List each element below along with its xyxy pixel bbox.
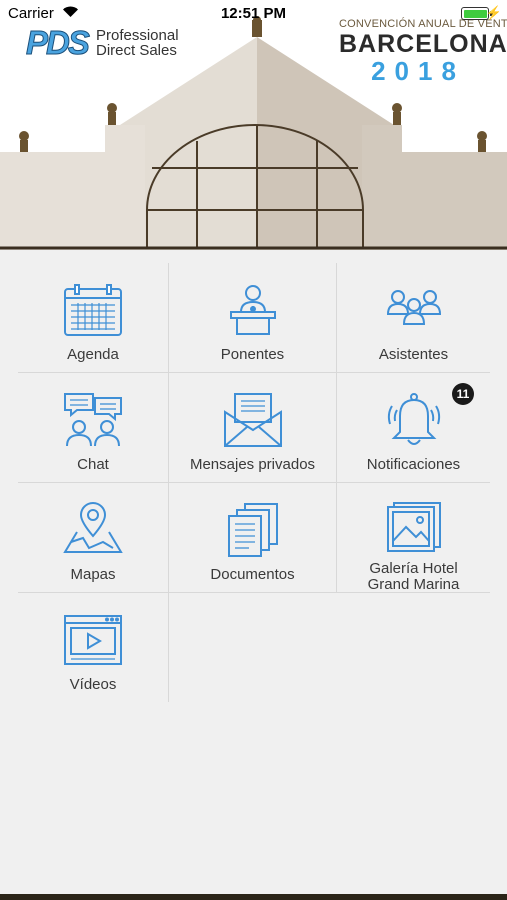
menu-item-label-line2: Grand Marina [367, 576, 460, 593]
status-time: 12:51 PM [220, 5, 287, 22]
menu-item-notificaciones[interactable]: 11 Notificaciones [337, 373, 490, 482]
menu-item-label: Vídeos [69, 676, 117, 693]
gallery-icon [383, 501, 445, 553]
menu-item-videos[interactable]: Vídeos [18, 593, 169, 702]
menu-item-ponentes[interactable]: Ponentes [169, 263, 337, 372]
logo-text: Professional Direct Sales [96, 28, 179, 58]
menu-item-mensajes-privados[interactable]: Mensajes privados [169, 373, 337, 482]
battery-icon [461, 7, 489, 20]
notification-badge: 11 [452, 383, 474, 405]
menu-row: Chat Mensajes privados 11 Notificaciones [18, 373, 490, 483]
menu-grid: Agenda Ponentes Asistentes Chat Mensajes… [18, 263, 490, 703]
menu-item-label: Ponentes [220, 346, 285, 363]
menu-item-label: Notificaciones [366, 456, 461, 473]
menu-row: Mapas Documentos Galería Hotel Grand Mar… [18, 483, 490, 593]
event-city: BARCELONA [339, 30, 507, 58]
charging-icon: ⚡ [485, 5, 502, 20]
menu-item-chat[interactable]: Chat [18, 373, 169, 482]
menu-item-label: Galería Hotel Grand Marina [368, 561, 460, 593]
battery-level [463, 9, 487, 18]
chat-icon [62, 391, 124, 449]
menu-item-label: Agenda [67, 346, 119, 363]
menu-item-label-line1: Galería Hotel [369, 560, 458, 577]
menu-item-label: Documentos [210, 566, 295, 583]
menu-item-galeria[interactable]: Galería Hotel Grand Marina [337, 483, 490, 593]
event-year: 2018 [371, 56, 465, 86]
map-pin-icon [62, 501, 124, 559]
logo-line2: Direct Sales [96, 42, 177, 59]
speaker-podium-icon [222, 281, 284, 339]
empty-cell [169, 593, 337, 702]
menu-item-label: Mapas [70, 566, 116, 583]
attendees-icon [383, 281, 445, 339]
logo-mark: PDS [26, 24, 91, 61]
bell-icon [383, 391, 445, 449]
calendar-icon [62, 281, 124, 339]
menu-item-label: Chat [77, 456, 109, 473]
documents-icon [222, 501, 284, 559]
logo-line1: Professional [96, 27, 179, 44]
status-bar: Carrier 12:51 PM ⚡ [0, 0, 507, 28]
pds-logo: PDS Professional Direct Sales [26, 24, 196, 61]
menu-item-label: Asistentes [378, 346, 449, 363]
bottom-bar [0, 894, 507, 900]
menu-item-documentos[interactable]: Documentos [169, 483, 337, 592]
menu-row: Agenda Ponentes Asistentes [18, 263, 490, 373]
video-player-icon [62, 611, 124, 669]
menu-item-label: Mensajes privados [189, 456, 316, 473]
menu-item-mapas[interactable]: Mapas [18, 483, 169, 592]
menu-row: Vídeos [18, 593, 490, 703]
menu-item-asistentes[interactable]: Asistentes [337, 263, 490, 372]
menu-item-agenda[interactable]: Agenda [18, 263, 169, 372]
header-banner: PDS Professional Direct Sales CONVENCIÓN… [0, 0, 507, 250]
envelope-icon [222, 391, 284, 449]
